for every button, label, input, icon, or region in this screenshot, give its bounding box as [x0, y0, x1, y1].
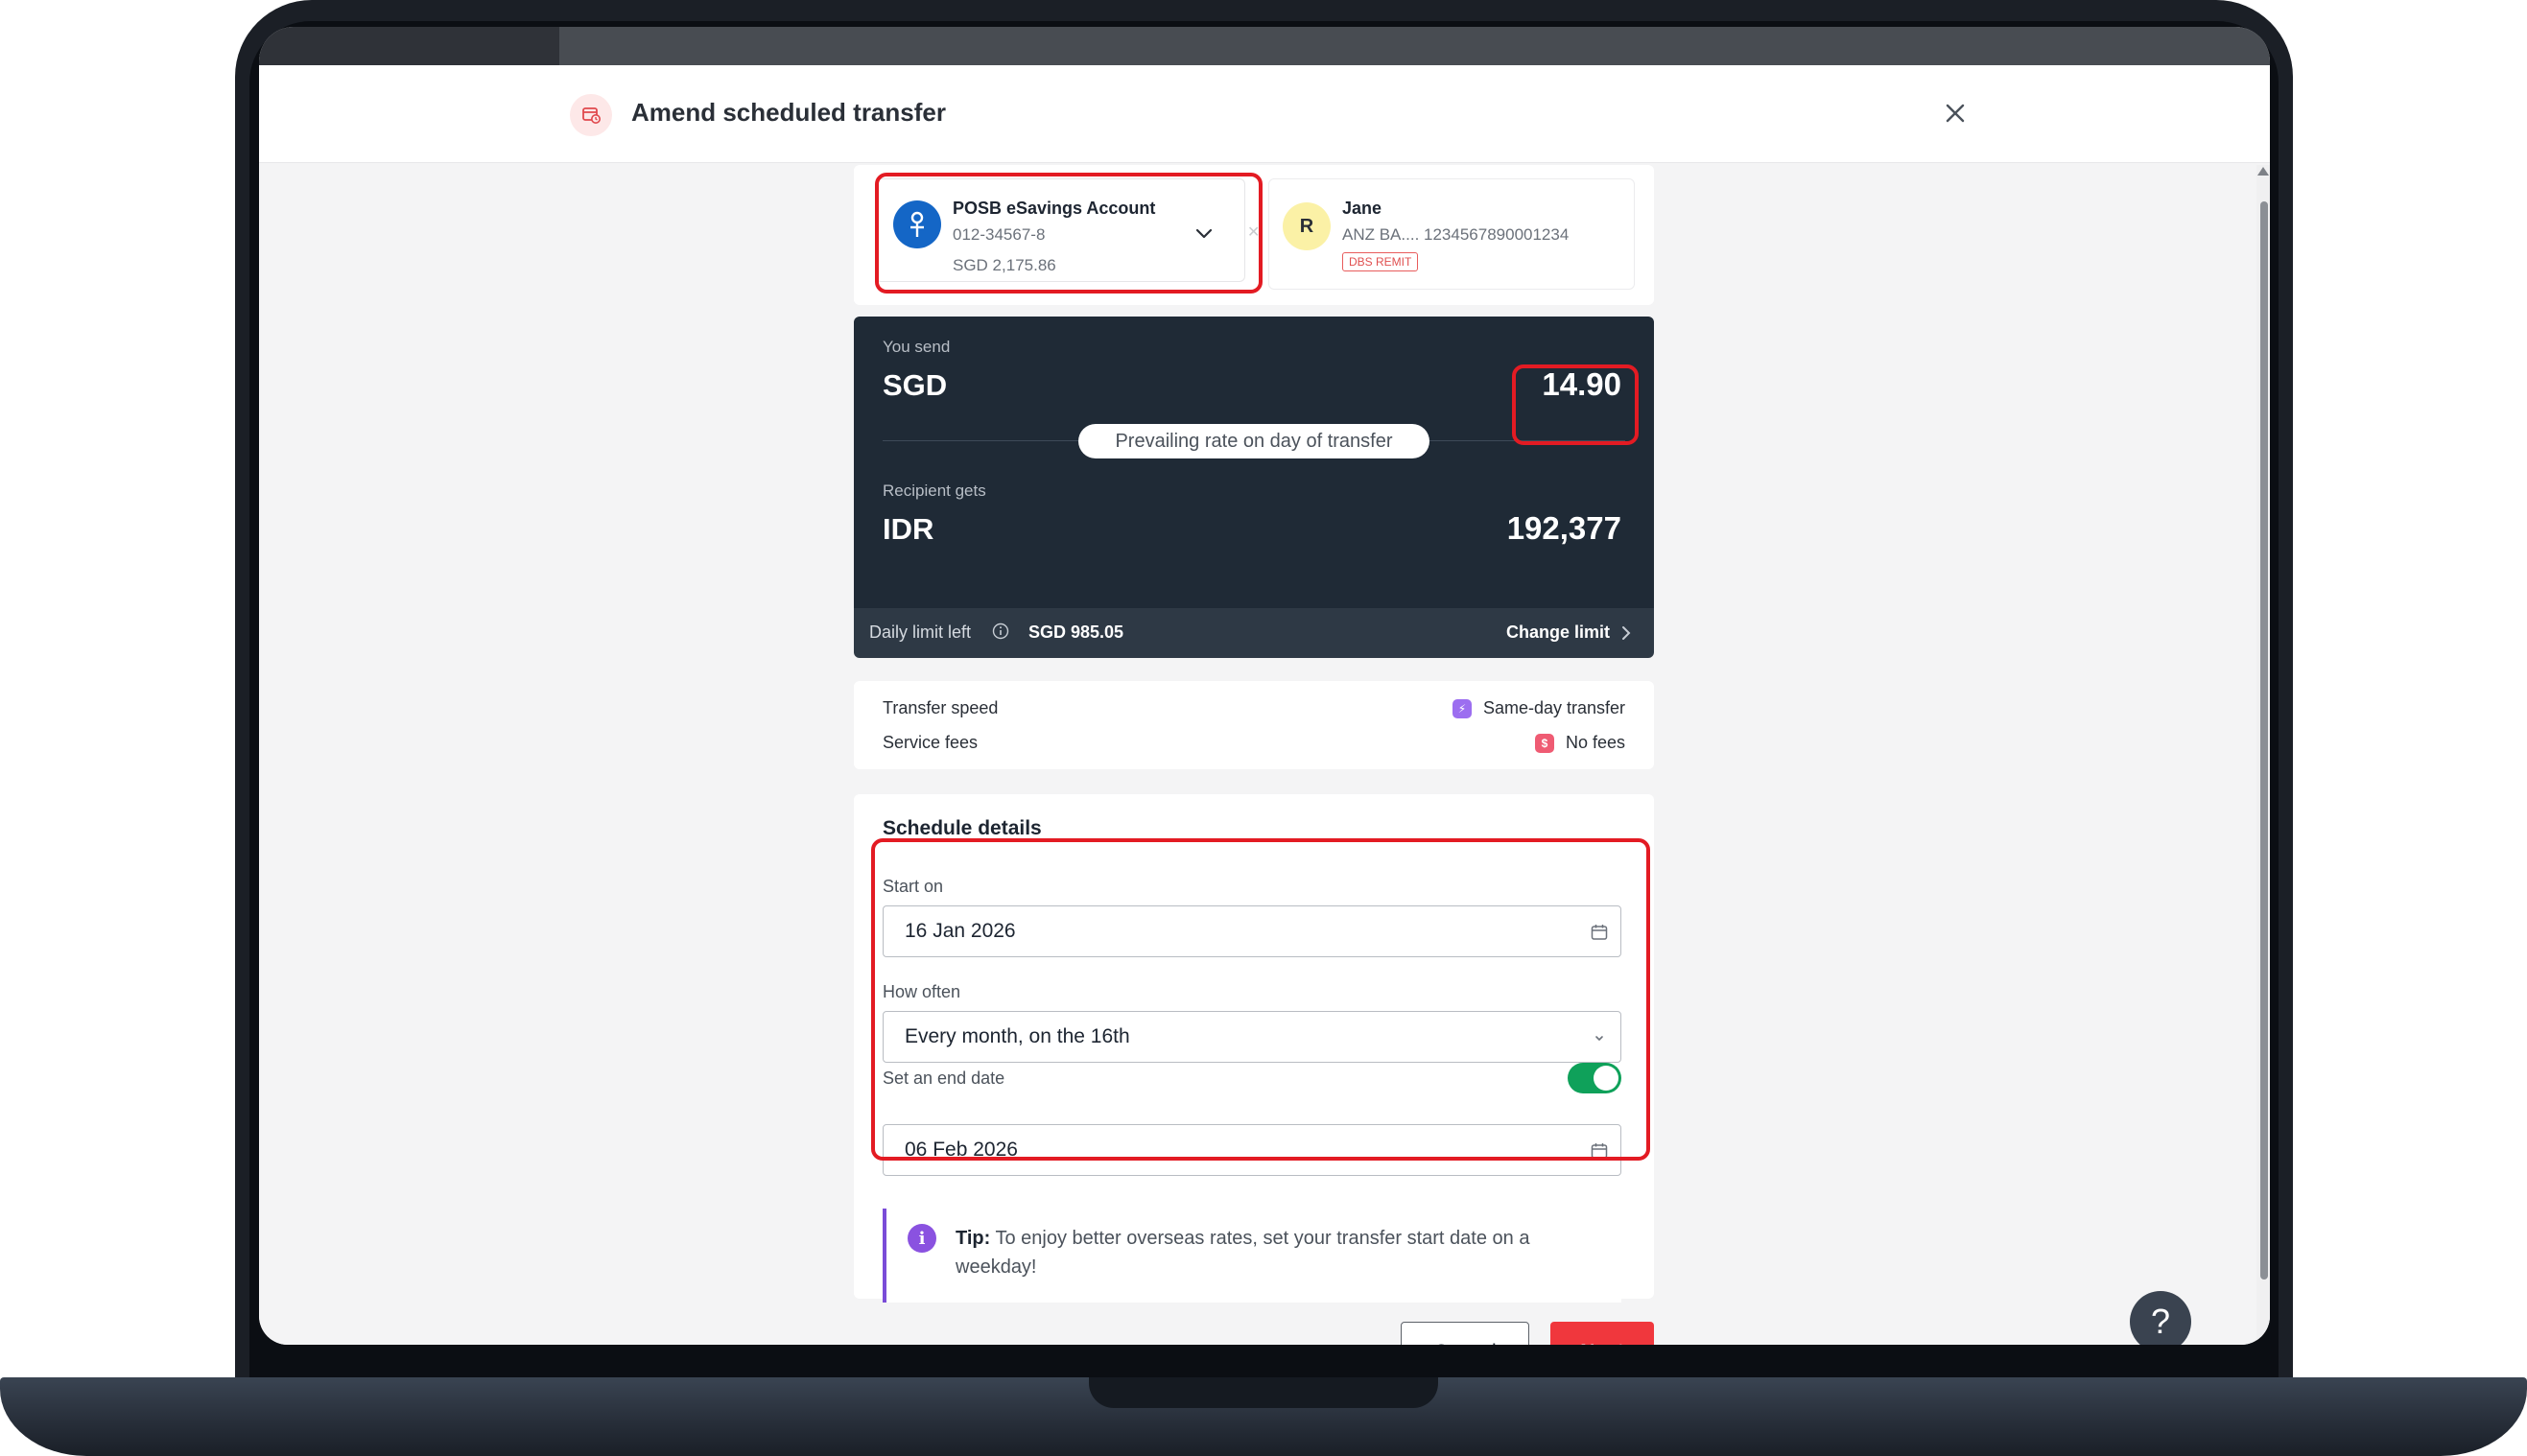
recipient-avatar: R	[1283, 202, 1331, 250]
schedule-details-card: Schedule details Start on 16 Jan 2026 Ho…	[854, 794, 1654, 1303]
scrollbar-thumb[interactable]	[2260, 201, 2268, 1280]
next-button[interactable]: Next	[1550, 1322, 1654, 1345]
exchange-rate-pill[interactable]: Prevailing rate on day of transfer	[1078, 424, 1429, 458]
close-icon[interactable]	[1940, 98, 1971, 129]
send-currency: SGD	[883, 368, 948, 402]
amount-panel: You send SGD 14.90 Prevailing rate on da…	[854, 317, 1654, 620]
info-icon[interactable]	[992, 622, 1009, 640]
recipient-name: Jane	[1342, 199, 1382, 218]
end-date-toggle[interactable]	[1568, 1063, 1621, 1093]
tip-text: Tip: To enjoy better overseas rates, set…	[956, 1224, 1598, 1281]
toggle-knob	[1594, 1066, 1618, 1091]
daily-limit-value: SGD 985.05	[1028, 622, 1124, 642]
daily-limit-label: Daily limit left	[869, 622, 972, 642]
tip-banner: i Tip: To enjoy better overseas rates, s…	[883, 1209, 1621, 1303]
service-fees-value-row: $ No fees	[1534, 733, 1625, 753]
recipient-card: R Jane ANZ BA.... 1234567890001234 DBS R…	[1268, 178, 1635, 290]
from-account-number: 012-34567-8	[953, 225, 1046, 244]
calendar-icon[interactable]	[1590, 1141, 1609, 1161]
start-on-label: Start on	[883, 877, 944, 896]
posb-logo-icon	[893, 200, 941, 248]
change-limit-link[interactable]: Change limit	[1506, 622, 1610, 643]
screen: Amend scheduled transfer POSB eSavings A…	[259, 27, 2270, 1345]
how-often-label: How often	[883, 982, 961, 1001]
chevron-down-icon[interactable]	[1193, 222, 1216, 245]
cancel-button[interactable]: Cancel	[1401, 1322, 1529, 1345]
receive-currency: IDR	[883, 512, 934, 546]
recipient-bank-account: ANZ BA.... 1234567890001234	[1342, 225, 1570, 244]
transfer-speed-value-row: ⚡ Same-day transfer	[1452, 698, 1625, 718]
tip-prefix: Tip:	[956, 1228, 991, 1249]
you-send-label: You send	[883, 338, 951, 356]
start-date-value: 16 Jan 2026	[905, 920, 1016, 942]
transfer-info-card: Transfer speed ⚡ Same-day transfer Servi…	[854, 681, 1654, 769]
frequency-value: Every month, on the 16th	[905, 1025, 1130, 1047]
recipient-gets-label: Recipient gets	[883, 481, 986, 500]
scheduled-transfer-icon	[570, 94, 612, 136]
chevron-right-icon[interactable]	[1619, 624, 1633, 642]
dollar-icon: $	[1534, 733, 1554, 753]
from-account-selector[interactable]: POSB eSavings Account 012-34567-8 SGD 2,…	[875, 178, 1245, 282]
help-button[interactable]: ?	[2130, 1291, 2191, 1345]
transfer-direction-icon: ✕	[1247, 224, 1261, 241]
accounts-card: POSB eSavings Account 012-34567-8 SGD 2,…	[854, 165, 1654, 305]
end-date-toggle-label: Set an end date	[883, 1069, 1005, 1088]
from-account-balance: SGD 2,175.86	[953, 256, 1056, 274]
background-overlay-strip	[559, 27, 2270, 65]
transfer-speed-value: Same-day transfer	[1482, 698, 1625, 717]
from-account-name: POSB eSavings Account	[953, 199, 1156, 218]
start-date-field[interactable]: 16 Jan 2026	[883, 905, 1621, 957]
tip-body: To enjoy better overseas rates, set your…	[956, 1228, 1530, 1278]
end-date-field[interactable]: 06 Feb 2026	[883, 1124, 1621, 1176]
send-amount-input[interactable]: 14.90	[1542, 366, 1621, 403]
chevron-down-icon[interactable]	[1590, 1028, 1609, 1047]
receive-amount: 192,377	[1506, 510, 1621, 546]
laptop-notch	[1089, 1377, 1438, 1408]
service-fees-value: No fees	[1565, 733, 1625, 752]
modal-header: Amend scheduled transfer	[259, 65, 2270, 163]
modal-title: Amend scheduled transfer	[631, 98, 946, 127]
amend-transfer-modal: Amend scheduled transfer POSB eSavings A…	[259, 65, 2270, 1345]
lightning-icon: ⚡	[1452, 698, 1472, 718]
dbs-remit-badge: DBS REMIT	[1342, 252, 1419, 271]
end-date-value: 06 Feb 2026	[905, 1139, 1018, 1161]
background-app-strip	[259, 27, 559, 65]
calendar-icon[interactable]	[1590, 923, 1609, 942]
schedule-title: Schedule details	[883, 817, 1042, 839]
frequency-select[interactable]: Every month, on the 16th	[883, 1011, 1621, 1063]
info-icon: i	[908, 1224, 936, 1253]
daily-limit-bar: Daily limit left SGD 985.05 Change limit	[854, 608, 1654, 658]
service-fees-label: Service fees	[883, 733, 979, 752]
transfer-speed-label: Transfer speed	[883, 698, 999, 717]
scroll-up-arrow-icon[interactable]	[2257, 167, 2269, 176]
